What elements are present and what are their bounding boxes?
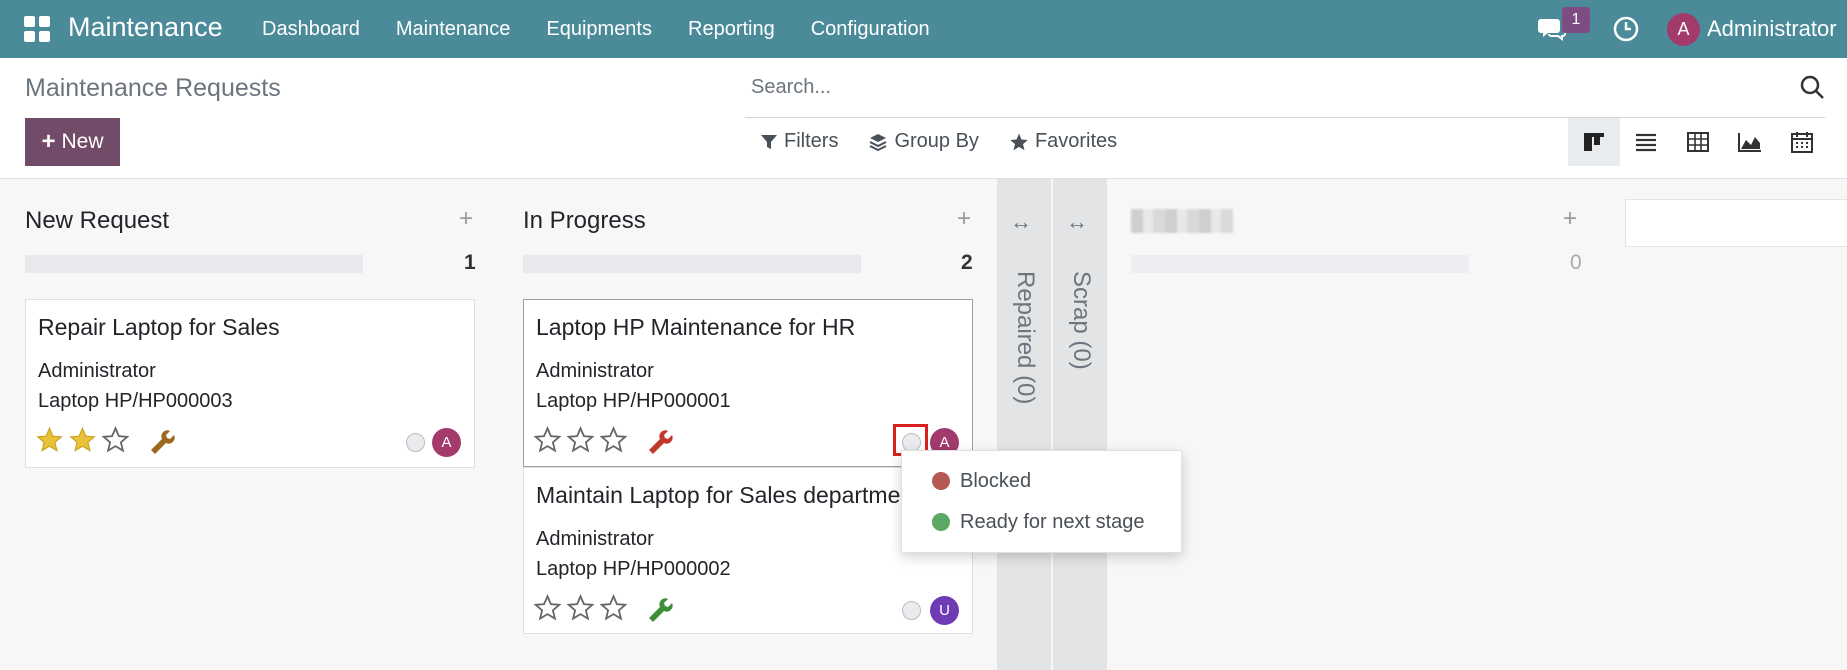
graph-view-button[interactable] — [1724, 118, 1776, 166]
card-equipment: Laptop HP/HP000003 — [38, 390, 233, 412]
assignee-avatar[interactable]: U — [930, 596, 959, 625]
star-outline-icon[interactable] — [534, 426, 561, 453]
chat-count-badge: 1 — [1562, 7, 1590, 33]
star-icon[interactable] — [69, 426, 96, 453]
control-panel: Maintenance Requests + New Filters Group… — [0, 58, 1847, 179]
menu-item-equipments[interactable]: Equipments — [546, 18, 652, 41]
column-count: 2 — [961, 251, 973, 274]
star-outline-icon[interactable] — [567, 594, 594, 621]
column-count: 1 — [464, 251, 476, 274]
list-view-icon — [1636, 133, 1656, 152]
star-outline-icon[interactable] — [567, 426, 594, 453]
menu-item-configuration[interactable]: Configuration — [811, 18, 930, 41]
wrench-icon — [649, 598, 673, 622]
favorites-label: Favorites — [1034, 130, 1118, 152]
menu-item-reporting[interactable]: Reporting — [688, 18, 775, 41]
layers-icon — [870, 133, 887, 151]
expand-arrows-icon[interactable]: ↔ — [1066, 209, 1088, 235]
green-status-dot-icon — [932, 513, 950, 531]
card-user: Administrator — [38, 360, 156, 382]
kanban-state-icon[interactable] — [902, 601, 921, 620]
state-option-label: Ready for next stage — [960, 510, 1145, 533]
wrench-icon — [151, 430, 175, 454]
filter-icon — [761, 134, 777, 149]
activity-clock-icon[interactable] — [1612, 15, 1640, 43]
table-icon — [1687, 132, 1709, 152]
search-input[interactable] — [745, 76, 1725, 99]
kanban-column-redacted: + 0 — [1131, 179, 1582, 670]
folded-column-label: Repaired (0) — [1012, 271, 1039, 405]
card-title: Maintain Laptop for Sales department — [536, 482, 920, 508]
priority-stars — [534, 426, 627, 453]
kanban-view-button[interactable] — [1568, 118, 1620, 166]
column-quick-add-icon[interactable]: + — [1563, 205, 1577, 233]
card-equipment: Laptop HP/HP000002 — [536, 558, 731, 580]
area-chart-icon — [1738, 133, 1761, 152]
card-title: Repair Laptop for Sales — [38, 314, 280, 340]
column-quick-add-icon[interactable]: + — [459, 205, 473, 233]
card-title: Laptop HP Maintenance for HR — [536, 314, 856, 340]
star-outline-icon[interactable] — [102, 426, 129, 453]
groupby-label: Group By — [894, 130, 979, 152]
column-quick-add-icon[interactable]: + — [957, 205, 971, 233]
filters-label: Filters — [784, 130, 839, 152]
search-box — [745, 58, 1825, 118]
kanban-state-icon[interactable] — [406, 433, 425, 452]
groupby-toggle[interactable]: Group By — [868, 130, 979, 153]
column-title: New Request — [25, 207, 170, 234]
expand-arrows-icon[interactable]: ↔ — [1010, 209, 1032, 235]
column-progress-bar[interactable] — [523, 255, 861, 273]
add-column-button[interactable]: + S — [1625, 199, 1847, 247]
column-progress-bar[interactable] — [1131, 255, 1469, 273]
favorites-toggle[interactable]: Favorites — [1009, 130, 1117, 153]
user-avatar[interactable]: A — [1667, 13, 1700, 46]
assignee-avatar[interactable]: A — [432, 428, 461, 457]
folded-column-scrap[interactable]: ↔ Scrap (0) — [1053, 179, 1107, 670]
app-brand[interactable]: Maintenance — [68, 12, 223, 43]
star-outline-icon[interactable] — [600, 594, 627, 621]
apps-menu-icon[interactable] — [24, 16, 50, 42]
state-option-blocked[interactable]: Blocked — [932, 466, 1031, 496]
state-option-label: Blocked — [960, 469, 1032, 492]
card-user: Administrator — [536, 360, 654, 382]
star-icon[interactable] — [36, 426, 63, 453]
kanban-state-dropdown: Blocked Ready for next stage — [901, 450, 1182, 553]
column-title-redacted — [1131, 209, 1233, 233]
top-navbar: Maintenance Dashboard Maintenance Equipm… — [0, 0, 1847, 58]
state-option-ready[interactable]: Ready for next stage — [932, 507, 1145, 537]
pivot-view-button[interactable] — [1672, 118, 1724, 166]
new-button-label: New — [61, 130, 104, 153]
column-title: In Progress — [523, 207, 646, 234]
main-menu: Dashboard Maintenance Equipments Reporti… — [262, 18, 930, 41]
priority-stars — [36, 426, 129, 453]
view-switcher — [1568, 118, 1828, 166]
wrench-icon — [649, 430, 673, 454]
user-menu-name[interactable]: Administrator — [1707, 16, 1837, 42]
kanban-view-icon — [1584, 133, 1604, 151]
menu-item-maintenance[interactable]: Maintenance — [396, 18, 511, 41]
folded-column-label: Scrap (0) — [1068, 271, 1095, 370]
list-view-button[interactable] — [1620, 118, 1672, 166]
kanban-column-new-request: New Request + 1 Repair Laptop for Sales … — [25, 179, 476, 670]
menu-item-dashboard[interactable]: Dashboard — [262, 18, 360, 41]
folded-column-repaired[interactable]: ↔ Repaired (0) — [997, 179, 1051, 670]
plus-icon: + — [41, 128, 56, 155]
star-icon — [1010, 133, 1028, 150]
new-button[interactable]: + New — [25, 118, 120, 166]
calendar-view-button[interactable] — [1776, 118, 1828, 166]
kanban-card[interactable]: Repair Laptop for Sales Administrator La… — [25, 299, 475, 468]
red-status-dot-icon — [932, 472, 950, 490]
column-count: 0 — [1570, 251, 1582, 274]
priority-stars — [534, 594, 627, 621]
filters-toggle[interactable]: Filters — [760, 130, 838, 153]
search-options: Filters Group By Favorites — [760, 130, 1117, 153]
card-user: Administrator — [536, 528, 654, 550]
search-icon[interactable] — [1799, 74, 1825, 100]
page-title: Maintenance Requests — [25, 74, 281, 102]
column-progress-bar[interactable] — [25, 255, 363, 273]
star-outline-icon[interactable] — [534, 594, 561, 621]
star-outline-icon[interactable] — [600, 426, 627, 453]
calendar-icon — [1791, 132, 1813, 153]
card-equipment: Laptop HP/HP000001 — [536, 390, 731, 412]
